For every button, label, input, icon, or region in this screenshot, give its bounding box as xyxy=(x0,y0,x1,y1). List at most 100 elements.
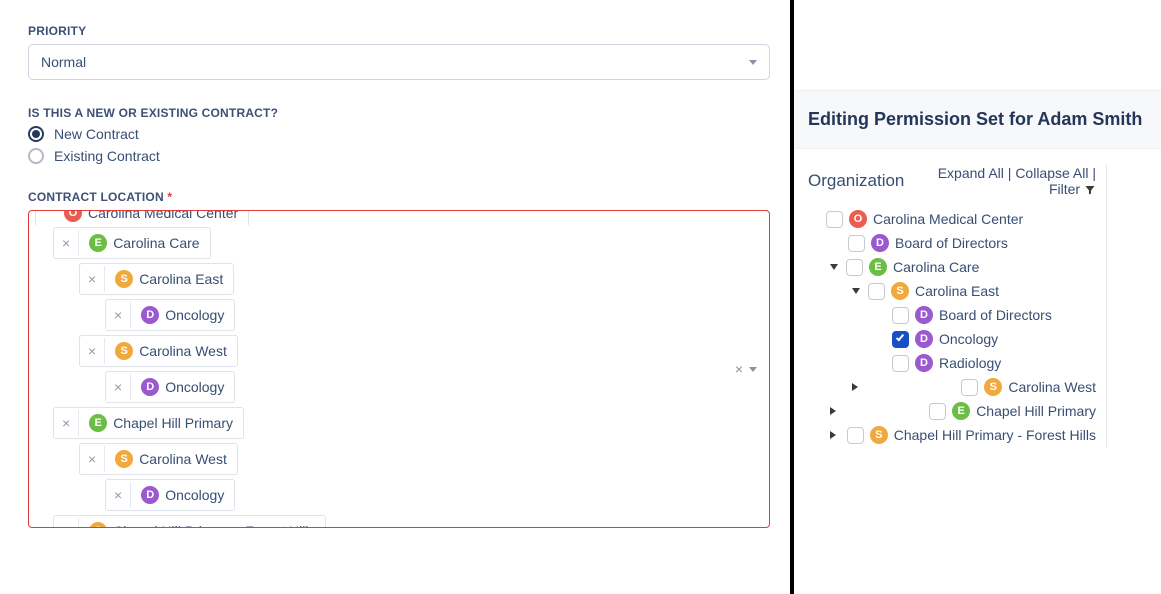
chip-label: Carolina West xyxy=(139,344,227,358)
location-chip[interactable]: ×DOncology xyxy=(105,371,235,403)
chevron-down-icon[interactable] xyxy=(749,367,757,372)
location-chip[interactable]: × S Carolina East xyxy=(79,263,234,295)
chevron-down-icon[interactable] xyxy=(852,288,860,294)
org-type-badge: S xyxy=(891,282,909,300)
priority-select[interactable]: Normal xyxy=(28,44,770,80)
priority-value: Normal xyxy=(41,54,86,70)
filter-link[interactable]: Filter xyxy=(1049,181,1096,197)
permission-checkbox[interactable] xyxy=(892,355,909,372)
remove-chip-icon[interactable]: × xyxy=(54,518,79,527)
tree-node-label: Board of Directors xyxy=(895,235,1008,251)
tree-node-label: Chapel Hill Primary - Forest Hills xyxy=(894,427,1096,443)
org-type-badge: S xyxy=(115,270,133,288)
chevron-down-icon[interactable] xyxy=(830,264,838,270)
location-chip[interactable]: ×DOncology xyxy=(105,479,235,511)
location-chip[interactable]: × S Chapel Hill Primary - Forest Hills xyxy=(53,515,326,527)
org-type-badge: D xyxy=(871,234,889,252)
remove-chip-icon[interactable]: × xyxy=(80,266,105,292)
tree-row: O Carolina Medical Center xyxy=(808,207,1096,231)
location-chip[interactable]: × E Chapel Hill Primary xyxy=(53,407,244,439)
right-pane: Editing Permission Set for Adam Smith Or… xyxy=(794,0,1161,594)
tree-row: SCarolina West xyxy=(852,375,1096,399)
location-chip[interactable]: × S Carolina West xyxy=(79,443,238,475)
permission-tree: O Carolina Medical Center D Board of Direct… xyxy=(808,207,1096,447)
location-chip[interactable]: × E Carolina Care xyxy=(53,227,211,259)
chip-label: Carolina West xyxy=(139,452,227,466)
location-chip[interactable]: × D Oncology xyxy=(105,299,235,331)
org-type-badge: D xyxy=(915,330,933,348)
chip-label: Chapel Hill Primary - Forest Hills xyxy=(113,524,315,527)
chip-label: Oncology xyxy=(165,308,224,322)
tree-row: D Board of Directors xyxy=(830,231,1096,255)
priority-field: PRIORITY Normal xyxy=(28,24,770,80)
required-marker: * xyxy=(167,190,172,204)
collapse-all-link[interactable]: Collapse All xyxy=(1015,165,1088,181)
remove-chip-icon[interactable]: × xyxy=(54,410,79,436)
tree-row: EChapel Hill Primary xyxy=(830,399,1096,423)
location-label: CONTRACT LOCATION xyxy=(28,190,164,204)
permission-checkbox[interactable] xyxy=(846,259,863,276)
permission-checkbox[interactable] xyxy=(848,235,865,252)
remove-chip-icon[interactable]: × xyxy=(80,338,105,364)
remove-chip-icon[interactable]: × xyxy=(106,482,131,508)
org-type-badge: S xyxy=(115,450,133,468)
org-type-badge: S xyxy=(115,342,133,360)
org-type-badge: O xyxy=(849,210,867,228)
location-label-row: CONTRACT LOCATION * xyxy=(28,190,770,204)
chip-label: Carolina Care xyxy=(113,236,199,250)
contract-type-field: IS THIS A NEW OR EXISTING CONTRACT? New … xyxy=(28,106,770,164)
radio-existing-label: Existing Contract xyxy=(54,148,160,164)
chip-label: Chapel Hill Primary xyxy=(113,416,233,430)
remove-chip-icon[interactable]: × xyxy=(80,446,105,472)
permission-checkbox[interactable] xyxy=(892,331,909,348)
org-type-badge: E xyxy=(89,414,107,432)
radio-selected-icon xyxy=(28,126,44,142)
location-field: CONTRACT LOCATION * ⌃OCarolina Medical C… xyxy=(28,190,770,528)
location-chip[interactable]: × S Carolina West xyxy=(79,335,238,367)
radio-new-contract[interactable]: New Contract xyxy=(28,126,770,142)
permission-checkbox[interactable] xyxy=(868,283,885,300)
remove-chip-icon[interactable]: × xyxy=(54,230,79,256)
tree-row: SCarolina East xyxy=(852,279,1096,303)
location-multiselect[interactable]: ⌃OCarolina Medical Center × E Carolina Care… xyxy=(28,210,770,528)
priority-label: PRIORITY xyxy=(28,24,770,38)
chevron-right-icon[interactable] xyxy=(830,431,839,439)
chevron-right-icon[interactable] xyxy=(852,383,953,391)
chevron-down-icon xyxy=(749,60,757,65)
tree-node-label: Board of Directors xyxy=(939,307,1052,323)
tree-node-label: Chapel Hill Primary xyxy=(976,403,1096,419)
tree-row: D Board of Directors xyxy=(874,303,1096,327)
collapse-icon[interactable]: ⌃ xyxy=(38,211,52,220)
permission-checkbox[interactable] xyxy=(847,427,864,444)
tree-node-label: Oncology xyxy=(939,331,998,347)
chip-label: Carolina East xyxy=(139,272,223,286)
left-pane: PRIORITY Normal IS THIS A NEW OR EXISTIN… xyxy=(0,0,794,594)
org-type-badge: D xyxy=(141,306,159,324)
remove-chip-icon[interactable]: × xyxy=(106,302,131,328)
remove-chip-icon[interactable]: × xyxy=(106,374,131,400)
chevron-right-icon[interactable] xyxy=(830,407,921,415)
tree-row: DRadiology xyxy=(874,351,1096,375)
org-type-badge: E xyxy=(89,234,107,252)
org-type-badge: S xyxy=(89,522,107,527)
radio-existing-contract[interactable]: Existing Contract xyxy=(28,148,770,164)
permission-checkbox[interactable] xyxy=(892,307,909,324)
contract-type-label: IS THIS A NEW OR EXISTING CONTRACT? xyxy=(28,106,770,120)
clear-all-icon[interactable]: × xyxy=(735,361,743,377)
org-type-badge: D xyxy=(915,306,933,324)
right-header: Editing Permission Set for Adam Smith xyxy=(794,90,1161,149)
expand-all-link[interactable]: Expand All xyxy=(938,165,1004,181)
permission-checkbox[interactable] xyxy=(929,403,946,420)
location-chip-root[interactable]: ⌃OCarolina Medical Center xyxy=(35,211,249,225)
location-tree[interactable]: ⌃OCarolina Medical Center × E Carolina Care… xyxy=(29,211,723,527)
tree-node-label: Carolina Medical Center xyxy=(873,211,1023,227)
organization-panel: Organization Expand All | Collapse All |… xyxy=(808,165,1107,447)
org-type-badge: S xyxy=(870,426,888,444)
tree-row: D Oncology xyxy=(874,327,1096,351)
permission-checkbox[interactable] xyxy=(961,379,978,396)
tree-node-label: Carolina Care xyxy=(893,259,979,275)
permission-checkbox[interactable] xyxy=(826,211,843,228)
chip-label: Oncology xyxy=(165,380,224,394)
tree-node-label: Radiology xyxy=(939,355,1001,371)
chip-label: Oncology xyxy=(165,488,224,502)
